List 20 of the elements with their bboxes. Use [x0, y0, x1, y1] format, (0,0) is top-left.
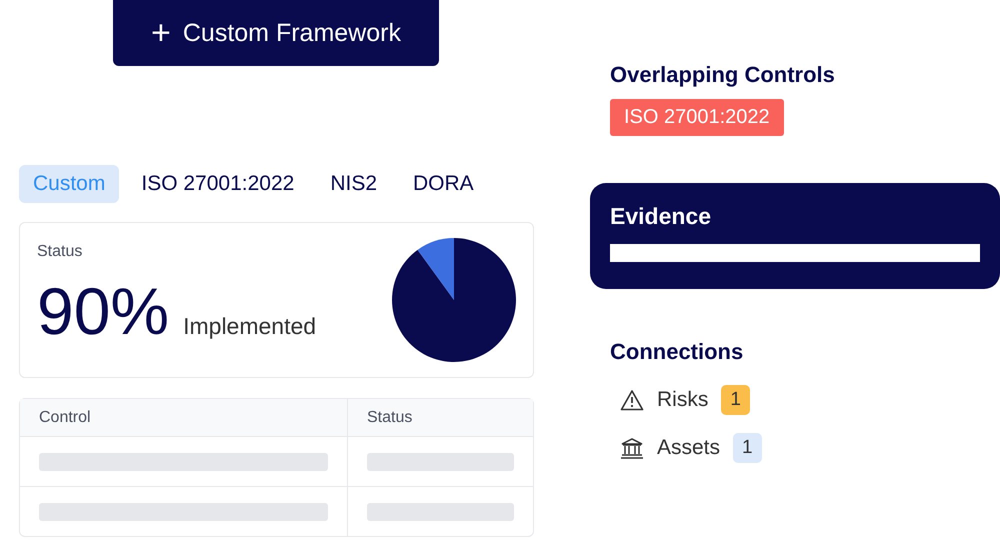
percentage-value: 90%	[37, 273, 170, 349]
plus-icon: +	[151, 16, 171, 50]
connection-label: Assets	[657, 436, 720, 460]
status-label: Status	[37, 243, 84, 261]
framework-tag: ISO 27001:2022	[610, 99, 784, 136]
bank-icon	[620, 437, 644, 459]
evidence-title: Evidence	[610, 203, 712, 230]
framework-tab[interactable]: ISO 27001:2022	[127, 165, 308, 203]
section-title: Connections	[610, 339, 744, 365]
custom-framework-button[interactable]: + Custom Framework	[113, 0, 439, 66]
connection-label: Risks	[657, 388, 708, 412]
count-badge: 1	[721, 385, 750, 415]
framework-tab[interactable]: DORA	[399, 165, 488, 203]
column-header: Status	[366, 408, 414, 428]
column-header: Control	[20, 399, 348, 436]
section-title: Overlapping Controls	[610, 62, 836, 88]
framework-tab[interactable]: NIS2	[316, 165, 392, 203]
warning-icon	[620, 389, 644, 411]
count-badge: 1	[733, 433, 762, 463]
implemented-label: Implemented	[183, 313, 316, 340]
